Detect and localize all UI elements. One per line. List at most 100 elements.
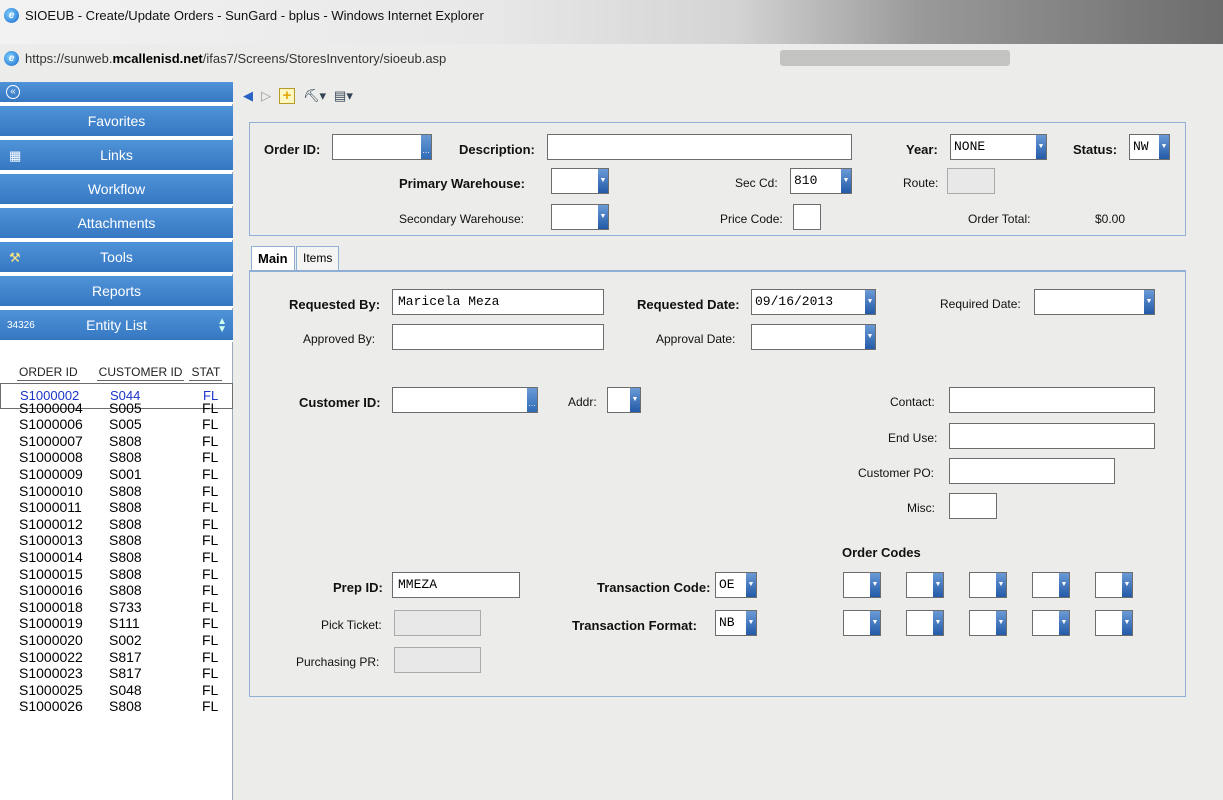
dropdown-arrow-icon[interactable]: ▼ (598, 169, 608, 193)
dropdown-arrow-icon[interactable]: ▼ (865, 290, 875, 314)
dropdown-arrow-icon[interactable]: ▼ (746, 573, 756, 597)
sec-cd-select[interactable]: 810 ▼ (790, 168, 852, 194)
primary-warehouse-select[interactable]: ▼ (551, 168, 609, 194)
table-row[interactable]: S1000016 S808 FL (0, 582, 233, 599)
table-row[interactable]: S1000004 S005 FL (0, 400, 233, 417)
sidebar-item-entity-list[interactable]: 34326 Entity List ▲ ▼ (0, 310, 233, 342)
table-row[interactable]: S1000013 S808 FL (0, 532, 233, 549)
table-row[interactable]: S1000012 S808 FL (0, 516, 233, 533)
sidebar-item-workflow[interactable]: Workflow (0, 174, 233, 206)
secondary-warehouse-select[interactable]: ▼ (551, 204, 609, 230)
status-select[interactable]: NW ▼ (1129, 134, 1170, 160)
dropdown-arrow-icon[interactable]: ▼ (1059, 573, 1069, 597)
customer-po-input[interactable] (949, 458, 1115, 484)
order-code-select[interactable]: ▼ (1032, 610, 1070, 636)
sort-arrows-icon[interactable]: ▲ ▼ (217, 317, 227, 335)
dropdown-arrow-icon[interactable]: ▼ (1159, 135, 1169, 159)
table-row[interactable]: S1000026 S808 FL (0, 698, 233, 715)
table-row[interactable]: S1000008 S808 FL (0, 449, 233, 466)
table-row[interactable]: S1000011 S808 FL (0, 499, 233, 516)
tab-main[interactable]: Main (251, 246, 295, 270)
order-code-select[interactable]: ▼ (843, 610, 881, 636)
dropdown-arrow-icon[interactable]: ▼ (1144, 290, 1154, 314)
order-id-cell: S1000007 (19, 432, 83, 449)
table-row[interactable]: S1000019 S111 FL (0, 615, 233, 632)
column-header-order-id[interactable]: ORDER ID (17, 365, 80, 381)
price-code-input[interactable] (793, 204, 821, 230)
table-row[interactable]: S1000010 S808 FL (0, 483, 233, 500)
table-row[interactable]: S1000015 S808 FL (0, 566, 233, 583)
dropdown-arrow-icon[interactable]: ▼ (1122, 611, 1132, 635)
binoculars-search-icon[interactable]: ⛏▾ (303, 88, 326, 104)
tab-items[interactable]: Items (296, 246, 340, 270)
column-header-status[interactable]: STAT (189, 365, 223, 381)
dropdown-arrow-icon[interactable]: ▼ (598, 205, 608, 229)
dropdown-arrow-icon[interactable]: ▼ (1122, 573, 1132, 597)
order-id-input[interactable]: … (332, 134, 432, 160)
dropdown-arrow-icon[interactable]: ▼ (933, 611, 943, 635)
table-row[interactable]: S1000025 S048 FL (0, 682, 233, 699)
sec-cd-value: 810 (794, 173, 818, 188)
approved-by-input[interactable] (392, 324, 604, 350)
transaction-code-select[interactable]: OE ▼ (715, 572, 757, 598)
sidebar-item-links[interactable]: ▦ Links (0, 140, 233, 172)
sidebar-item-reports[interactable]: Reports (0, 276, 233, 308)
customer-id-input[interactable]: … (392, 387, 538, 413)
misc-input[interactable] (949, 493, 997, 519)
add-record-icon[interactable]: + (279, 88, 295, 104)
column-header-customer-id[interactable]: CUSTOMER ID (96, 365, 185, 381)
prep-id-input[interactable]: MMEZA (392, 572, 520, 598)
dropdown-arrow-icon[interactable]: ▼ (996, 573, 1006, 597)
order-code-select[interactable]: ▼ (906, 572, 944, 598)
dropdown-arrow-icon[interactable]: ▼ (1059, 611, 1069, 635)
sidebar-item-tools[interactable]: ⚒ Tools (0, 242, 233, 274)
dropdown-arrow-icon[interactable]: ▼ (746, 611, 756, 635)
end-use-input[interactable] (949, 423, 1155, 449)
order-code-select[interactable]: ▼ (843, 572, 881, 598)
document-menu-icon[interactable]: ▤▾ (334, 88, 353, 104)
contact-input[interactable] (949, 387, 1155, 413)
collapse-sidebar-button[interactable]: « (0, 82, 233, 104)
order-code-select[interactable]: ▼ (1095, 610, 1133, 636)
addr-select[interactable]: ▼ (607, 387, 641, 413)
transaction-format-select[interactable]: NB ▼ (715, 610, 757, 636)
lookup-icon[interactable]: … (421, 135, 431, 159)
order-code-select[interactable]: ▼ (1032, 572, 1070, 598)
dropdown-arrow-icon[interactable]: ▼ (1036, 135, 1046, 159)
table-row[interactable]: S1000009 S001 FL (0, 466, 233, 483)
order-code-select[interactable]: ▼ (906, 610, 944, 636)
sidebar-item-attachments[interactable]: Attachments (0, 208, 233, 240)
order-code-select[interactable]: ▼ (969, 610, 1007, 636)
table-row[interactable]: S1000006 S005 FL (0, 416, 233, 433)
dropdown-arrow-icon[interactable]: ▼ (870, 611, 880, 635)
dropdown-arrow-icon[interactable]: ▼ (870, 573, 880, 597)
table-row[interactable]: S1000023 S817 FL (0, 665, 233, 682)
end-use-label: End Use: (888, 431, 938, 445)
dropdown-arrow-icon[interactable]: ▼ (933, 573, 943, 597)
description-input[interactable] (547, 134, 852, 160)
back-arrow-icon[interactable]: ◀ (243, 88, 253, 104)
dropdown-arrow-icon[interactable]: ▼ (996, 611, 1006, 635)
requested-by-input[interactable]: Maricela Meza (392, 289, 604, 315)
order-code-select[interactable]: ▼ (969, 572, 1007, 598)
dropdown-arrow-icon[interactable]: ▼ (865, 325, 875, 349)
requested-date-picker[interactable]: 09/16/2013 ▼ (751, 289, 876, 315)
lookup-icon[interactable]: … (527, 388, 537, 412)
table-row[interactable]: S1000014 S808 FL (0, 549, 233, 566)
customer-id-cell: S005 (109, 416, 142, 433)
year-select[interactable]: NONE ▼ (950, 134, 1047, 160)
table-row[interactable]: S1000022 S817 FL (0, 649, 233, 666)
url-text[interactable]: https://sunweb.mcallenisd.net/ifas7/Scre… (25, 51, 446, 66)
required-date-picker[interactable]: ▼ (1034, 289, 1155, 315)
approval-date-picker[interactable]: ▼ (751, 324, 876, 350)
table-row[interactable]: S1000007 S808 FL (0, 433, 233, 450)
sidebar-item-favorites[interactable]: Favorites (0, 106, 233, 138)
forward-arrow-icon[interactable]: ▷ (261, 88, 271, 104)
order-code-select[interactable]: ▼ (1095, 572, 1133, 598)
table-row[interactable]: S1000020 S002 FL (0, 632, 233, 649)
address-bar[interactable]: e https://sunweb.mcallenisd.net/ifas7/Sc… (0, 46, 1223, 70)
dropdown-arrow-icon[interactable]: ▼ (841, 169, 851, 193)
table-row[interactable]: S1000018 S733 FL (0, 599, 233, 616)
dropdown-arrow-icon[interactable]: ▼ (630, 388, 640, 412)
transaction-format-value: NB (719, 615, 735, 630)
